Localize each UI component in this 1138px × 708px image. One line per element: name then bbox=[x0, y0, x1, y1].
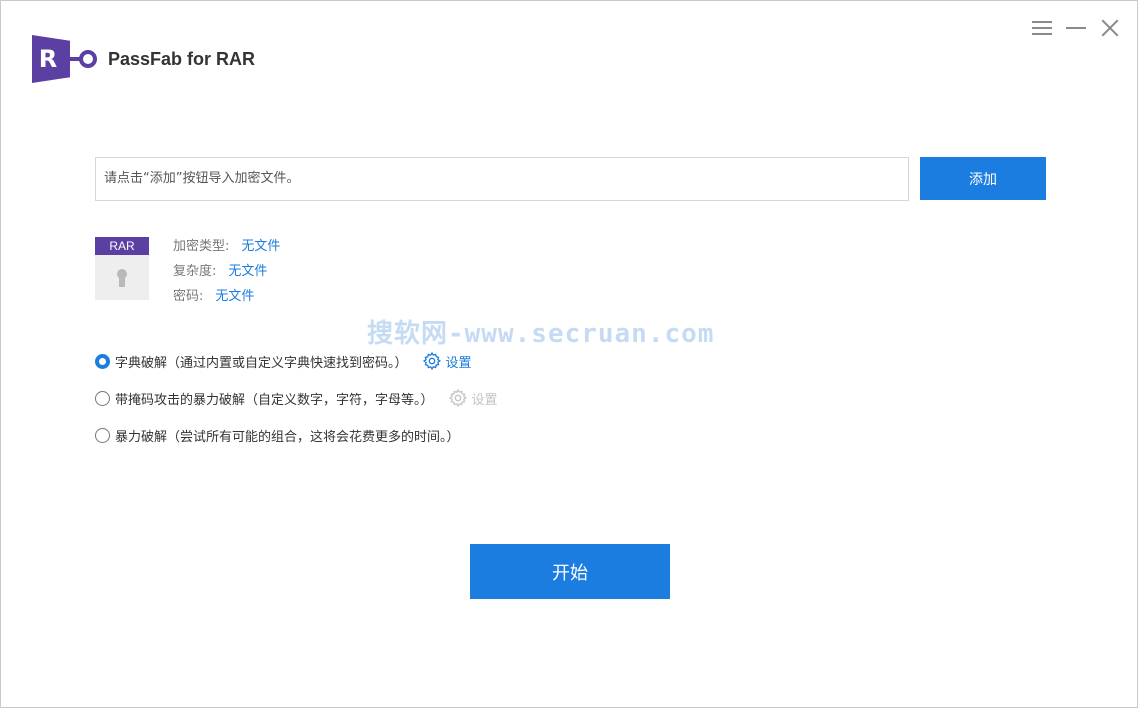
info-row-complexity: 复杂度: 无文件 bbox=[173, 262, 280, 287]
option-label: 暴力破解（尝试所有可能的组合，这将会花费更多的时间。） bbox=[115, 430, 460, 445]
file-info: 加密类型: 无文件 复杂度: 无文件 密码: 无文件 bbox=[173, 237, 280, 312]
radio-dictionary[interactable] bbox=[95, 353, 110, 369]
dictionary-settings-link[interactable]: 设置 bbox=[422, 351, 472, 371]
option-label: 字典破解（通过内置或自定义字典快速找到密码。） bbox=[115, 355, 408, 371]
info-value: 无文件 bbox=[228, 264, 268, 279]
app-title: PassFab for RAR bbox=[108, 48, 256, 69]
rar-file-thumbnail: RAR bbox=[95, 237, 149, 300]
info-row-password: 密码: 无文件 bbox=[173, 287, 280, 312]
start-button[interactable]: 开始 bbox=[470, 544, 670, 599]
settings-label: 设置 bbox=[471, 392, 498, 408]
info-value: 无文件 bbox=[215, 289, 255, 304]
info-key: 密码: bbox=[173, 289, 204, 304]
app-window: R PassFab for RAR 请点击“添加”按钮导入加密文件。 添加 RA… bbox=[0, 0, 1138, 708]
logo-letter: R bbox=[32, 35, 70, 83]
option-dictionary-attack[interactable]: 字典破解（通过内置或自定义字典快速找到密码。） 设置 bbox=[95, 351, 472, 371]
radio-brute-force[interactable] bbox=[95, 428, 110, 443]
brand: R PassFab for RAR bbox=[32, 35, 255, 83]
window-controls bbox=[1031, 17, 1121, 39]
add-button[interactable]: 添加 bbox=[920, 157, 1046, 200]
gear-icon bbox=[448, 388, 467, 408]
file-path-field[interactable]: 请点击“添加”按钮导入加密文件。 bbox=[95, 157, 909, 201]
rar-tag: RAR bbox=[95, 237, 149, 255]
info-key: 加密类型: bbox=[173, 239, 230, 254]
info-key: 复杂度: bbox=[173, 264, 217, 279]
info-value: 无文件 bbox=[241, 239, 281, 254]
gear-icon bbox=[422, 351, 441, 371]
passfab-logo-icon: R bbox=[32, 35, 98, 83]
settings-label: 设置 bbox=[445, 355, 472, 371]
watermark-text: 搜软网-www.secruan.com bbox=[367, 319, 715, 349]
menu-icon[interactable] bbox=[1031, 17, 1053, 39]
option-label: 带掩码攻击的暴力破解（自定义数字，字符，字母等。） bbox=[115, 392, 434, 408]
info-row-encryption-type: 加密类型: 无文件 bbox=[173, 237, 280, 262]
keyhole-icon bbox=[116, 268, 128, 287]
close-icon[interactable] bbox=[1099, 17, 1121, 39]
minimize-icon[interactable] bbox=[1065, 17, 1087, 39]
option-mask-attack[interactable]: 带掩码攻击的暴力破解（自定义数字，字符，字母等。） 设置 bbox=[95, 388, 498, 408]
option-brute-force[interactable]: 暴力破解（尝试所有可能的组合，这将会花费更多的时间。） bbox=[95, 426, 460, 445]
mask-settings-link: 设置 bbox=[448, 388, 498, 408]
radio-mask[interactable] bbox=[95, 390, 110, 406]
